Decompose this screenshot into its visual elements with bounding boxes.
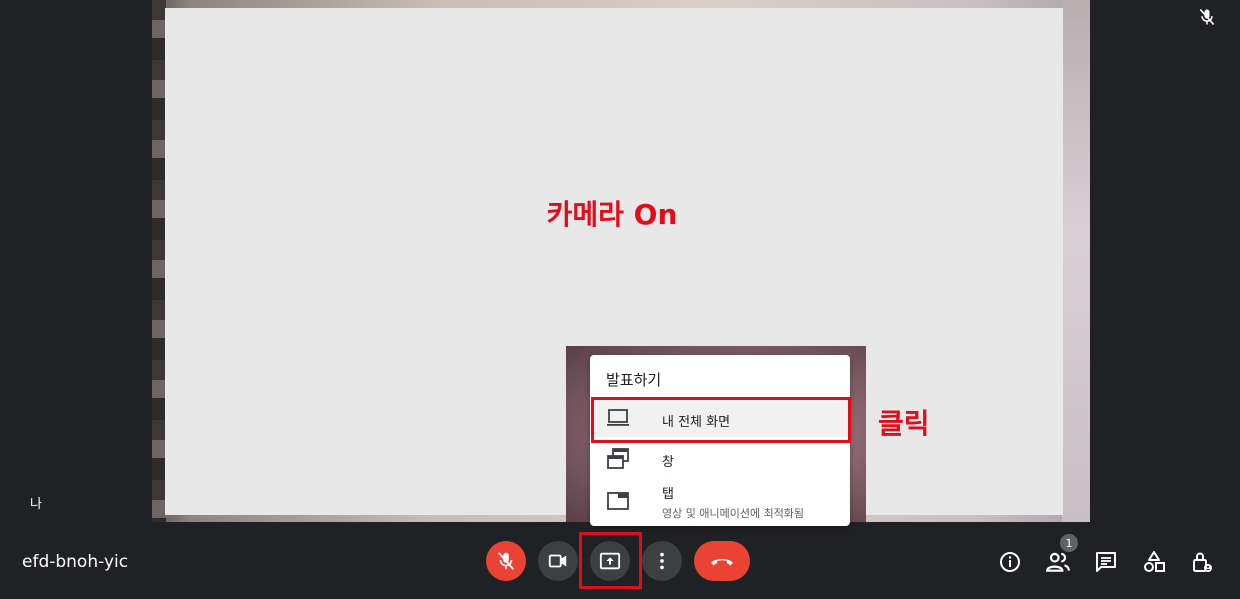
present-menu-title: 발표하기	[606, 371, 662, 389]
chat-icon	[1096, 552, 1116, 572]
tab-label: 탭	[662, 487, 674, 502]
camera-on-text: 카메라 On	[546, 198, 678, 231]
people-icon	[1046, 552, 1070, 572]
click-annotation: 클릭	[878, 407, 930, 440]
window-label: 창	[662, 455, 674, 470]
call-end-icon	[711, 558, 733, 566]
present-screen-icon	[599, 552, 621, 570]
leave-call-button[interactable]	[694, 541, 750, 581]
mic-toggle-button[interactable]	[486, 541, 526, 581]
video-background-left	[152, 0, 166, 522]
host-controls-icon	[1193, 552, 1212, 572]
more-vert-icon	[660, 552, 664, 570]
muted-mic-indicator-icon	[1199, 8, 1215, 26]
people-button[interactable]	[1045, 549, 1071, 575]
menu-item-tab[interactable]: 탭 영상 및 애니메이션에 최적화됨	[590, 477, 850, 525]
camera-on-annotation: 카메라 On	[165, 193, 1063, 233]
chat-button[interactable]	[1093, 549, 1119, 575]
self-name-label: 나	[30, 497, 42, 512]
camera-toggle-button[interactable]	[538, 541, 578, 581]
tab-sublabel: 영상 및 애니메이션에 최적화됨	[662, 507, 805, 520]
window-icon	[607, 448, 629, 469]
present-now-button[interactable]	[590, 541, 630, 581]
video-background-right	[1062, 0, 1090, 522]
activities-icon	[1144, 551, 1165, 572]
host-controls-button[interactable]	[1189, 549, 1215, 575]
info-icon	[1000, 552, 1020, 572]
menu-item-window[interactable]: 창	[590, 439, 850, 479]
meeting-details-button[interactable]	[997, 549, 1023, 575]
entire-screen-highlight	[591, 397, 851, 443]
videocam-icon	[548, 554, 567, 568]
activities-button[interactable]	[1141, 549, 1167, 575]
meeting-code: efd-bnoh-yic	[22, 552, 129, 572]
more-options-button[interactable]	[642, 541, 682, 581]
mic-off-icon	[497, 552, 515, 570]
tab-icon	[607, 492, 629, 510]
participants-count-badge: 1	[1060, 534, 1078, 552]
